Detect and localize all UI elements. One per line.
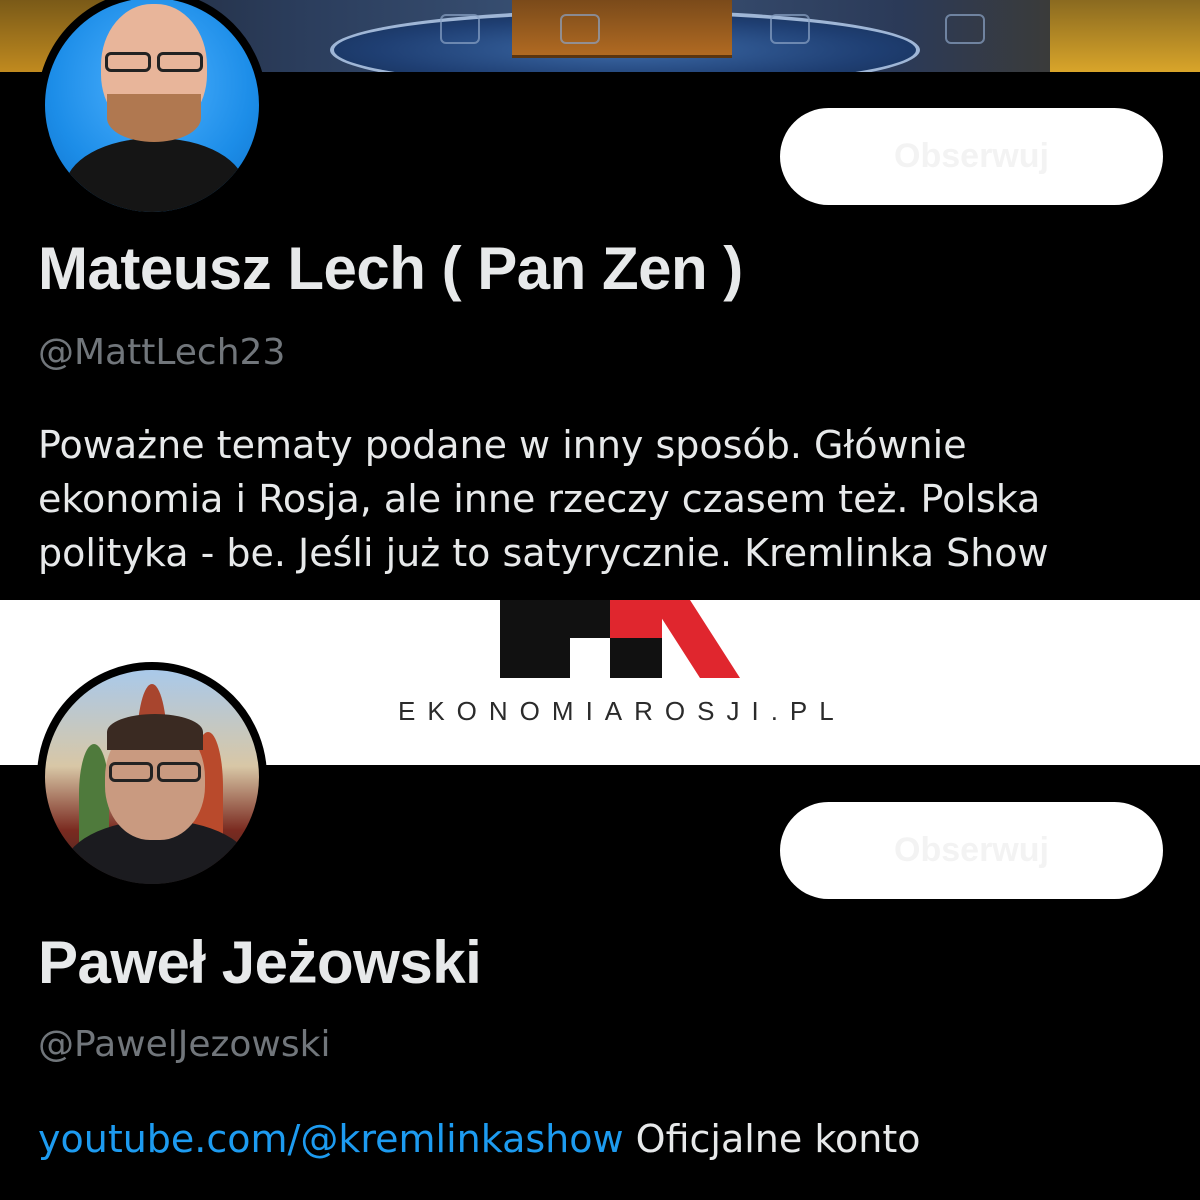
user-handle[interactable]: @MattLech23 <box>38 332 285 373</box>
bio-line: polityka - be. Jeśli już to satyrycznie.… <box>38 531 1049 575</box>
banner-chair <box>440 14 480 44</box>
profile-bio: youtube.com/@kremlinkashow Oficjalne kon… <box>38 1112 1178 1166</box>
bio-line: Poważne tematy podane w inny sposób. Głó… <box>38 423 967 467</box>
ekonomiarosji-logo-icon <box>500 600 740 678</box>
avatar-beard <box>107 94 201 142</box>
glasses-icon <box>157 52 203 72</box>
glasses-icon <box>105 52 151 72</box>
bio-text: Oficjalne konto <box>623 1117 921 1161</box>
follow-button[interactable]: Obserwuj <box>780 802 1163 899</box>
bio-line: ekonomia i Rosja, ale inne rzeczy czasem… <box>38 477 1041 521</box>
display-name: Mateusz Lech ( Pan Zen ) <box>38 235 743 302</box>
avatar[interactable] <box>37 662 267 892</box>
avatar-hair <box>107 714 203 750</box>
banner-wall-right <box>1050 0 1200 72</box>
logo-text: EKONOMIAROSJI.PL <box>398 696 846 726</box>
avatar[interactable] <box>37 0 267 220</box>
glasses-icon <box>109 762 153 782</box>
bio-link[interactable]: youtube.com/@kremlinkashow <box>38 1117 624 1161</box>
banner-chair <box>945 14 985 44</box>
avatar-shirt <box>65 138 245 212</box>
user-handle[interactable]: @PawelJezowski <box>38 1024 330 1065</box>
display-name: Paweł Jeżowski <box>38 929 482 996</box>
profile-bio: Poważne tematy podane w inny sposób. Głó… <box>38 418 1178 580</box>
banner-desk <box>512 0 732 58</box>
glasses-icon <box>157 762 201 782</box>
banner-chair <box>560 14 600 44</box>
banner-chair <box>770 14 810 44</box>
follow-button[interactable]: Obserwuj <box>780 108 1163 205</box>
